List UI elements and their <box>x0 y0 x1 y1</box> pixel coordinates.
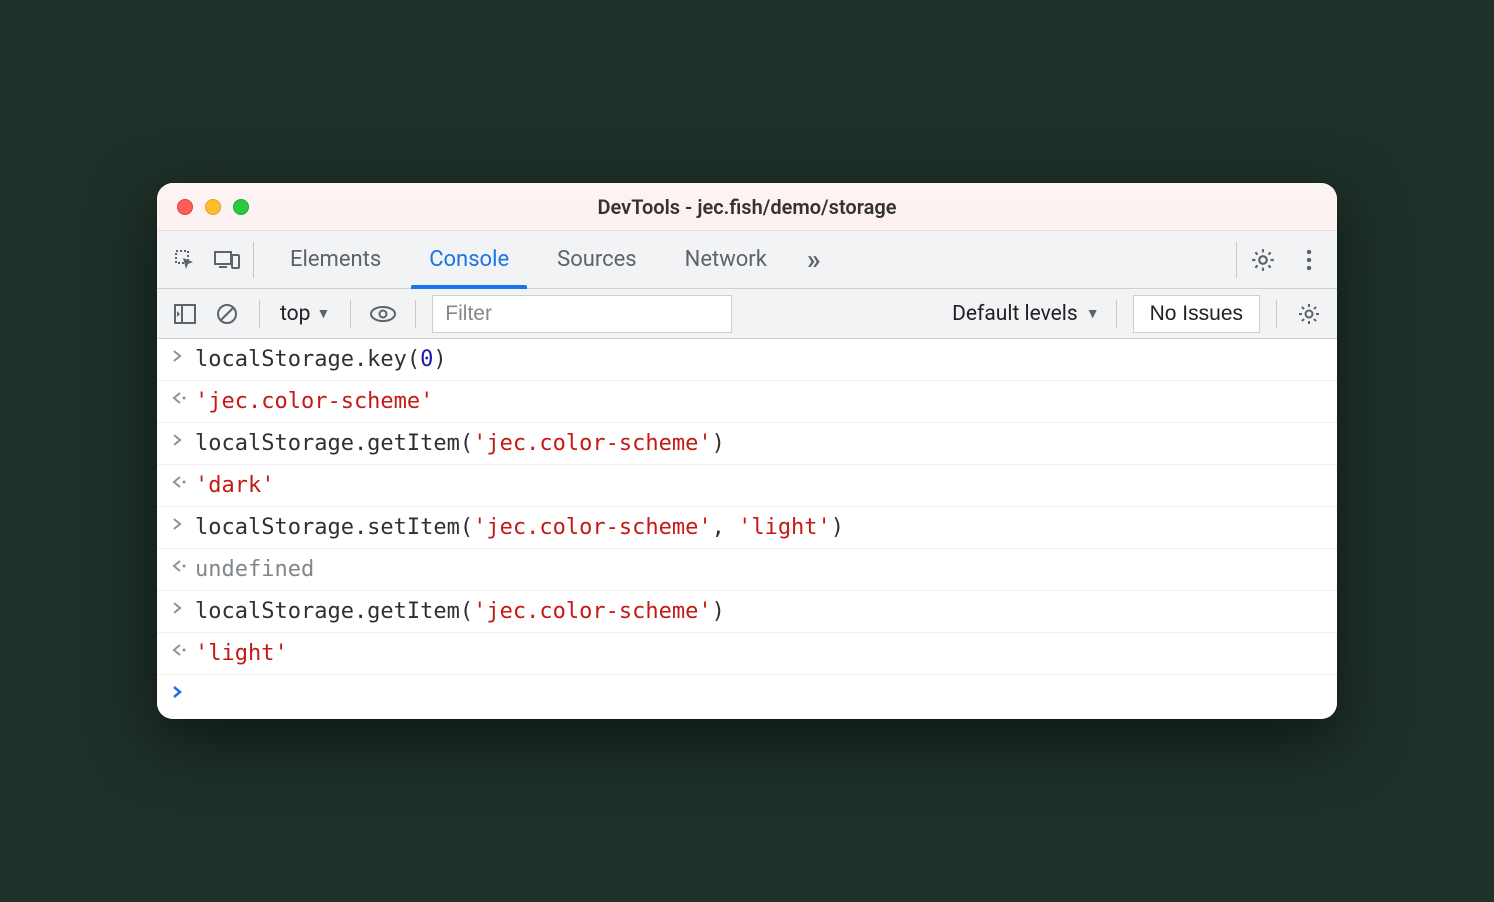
console-output-row: 'light' <box>157 633 1337 675</box>
traffic-lights <box>157 199 249 215</box>
console-line-content: localStorage.getItem('jec.color-scheme') <box>195 599 1323 624</box>
console-line-content: 'jec.color-scheme' <box>195 389 1323 414</box>
toolbar-divider <box>1116 300 1117 328</box>
context-selector[interactable]: top ▼ <box>276 302 334 326</box>
maximize-window-button[interactable] <box>233 199 249 215</box>
console-line-content: localStorage.setItem('jec.color-scheme',… <box>195 515 1323 540</box>
live-expression-icon[interactable] <box>367 298 399 330</box>
issues-label: No Issues <box>1150 302 1243 326</box>
console-line-content: 'light' <box>195 641 1323 666</box>
log-levels-label: Default levels <box>952 302 1078 326</box>
log-levels-selector[interactable]: Default levels ▼ <box>952 302 1100 326</box>
output-chevron-icon <box>171 557 195 573</box>
console-output[interactable]: localStorage.key(0) 'jec.color-scheme' loc… <box>157 339 1337 719</box>
inspect-element-icon[interactable] <box>169 244 201 276</box>
console-output-row: 'dark' <box>157 465 1337 507</box>
console-line-content: localStorage.getItem('jec.color-scheme') <box>195 431 1323 456</box>
console-output-row: 'jec.color-scheme' <box>157 381 1337 423</box>
minimize-window-button[interactable] <box>205 199 221 215</box>
panel-tabs: Elements Console Sources Network <box>266 231 791 289</box>
console-output-row: undefined <box>157 549 1337 591</box>
tab-sources[interactable]: Sources <box>533 231 661 289</box>
toolbar-divider <box>259 300 260 328</box>
tab-bar: Elements Console Sources Network » <box>157 231 1337 289</box>
toolbar-divider <box>1276 300 1277 328</box>
console-input-row: localStorage.setItem('jec.color-scheme',… <box>157 507 1337 549</box>
console-input-row: localStorage.key(0) <box>157 339 1337 381</box>
tab-elements[interactable]: Elements <box>266 231 405 289</box>
device-toolbar-icon[interactable] <box>211 244 243 276</box>
prompt-chevron-icon <box>171 683 195 699</box>
close-window-button[interactable] <box>177 199 193 215</box>
output-chevron-icon <box>171 389 195 405</box>
console-line-content: localStorage.key(0) <box>195 347 1323 372</box>
kebab-menu-icon[interactable] <box>1293 244 1325 276</box>
devtools-window: DevTools - jec.fish/demo/storage Element… <box>157 183 1337 719</box>
input-chevron-icon <box>171 515 195 531</box>
output-chevron-icon <box>171 641 195 657</box>
context-label: top <box>280 302 310 326</box>
output-chevron-icon <box>171 473 195 489</box>
more-tabs-button[interactable]: » <box>799 243 829 276</box>
toolbar-divider <box>350 300 351 328</box>
console-input-row: localStorage.getItem('jec.color-scheme') <box>157 591 1337 633</box>
titlebar: DevTools - jec.fish/demo/storage <box>157 183 1337 231</box>
tabbar-left-tools <box>169 242 254 278</box>
filter-input[interactable] <box>432 295 732 333</box>
clear-console-icon[interactable] <box>211 298 243 330</box>
console-settings-icon[interactable] <box>1293 298 1325 330</box>
tab-console[interactable]: Console <box>405 231 533 289</box>
input-chevron-icon <box>171 347 195 363</box>
settings-icon[interactable] <box>1247 244 1279 276</box>
chevron-down-icon: ▼ <box>316 305 330 322</box>
input-chevron-icon <box>171 599 195 615</box>
tab-network[interactable]: Network <box>661 231 791 289</box>
toolbar-divider <box>415 300 416 328</box>
console-line-content: undefined <box>195 557 1323 582</box>
console-toolbar: top ▼ Default levels ▼ No Issues <box>157 289 1337 339</box>
issues-button[interactable]: No Issues <box>1133 295 1260 333</box>
console-input-row: localStorage.getItem('jec.color-scheme') <box>157 423 1337 465</box>
sidebar-toggle-icon[interactable] <box>169 298 201 330</box>
tabbar-right-tools <box>1236 242 1325 278</box>
console-prompt-row[interactable] <box>157 675 1337 707</box>
chevron-down-icon: ▼ <box>1086 305 1100 322</box>
input-chevron-icon <box>171 431 195 447</box>
window-title: DevTools - jec.fish/demo/storage <box>598 195 897 219</box>
console-line-content: 'dark' <box>195 473 1323 498</box>
